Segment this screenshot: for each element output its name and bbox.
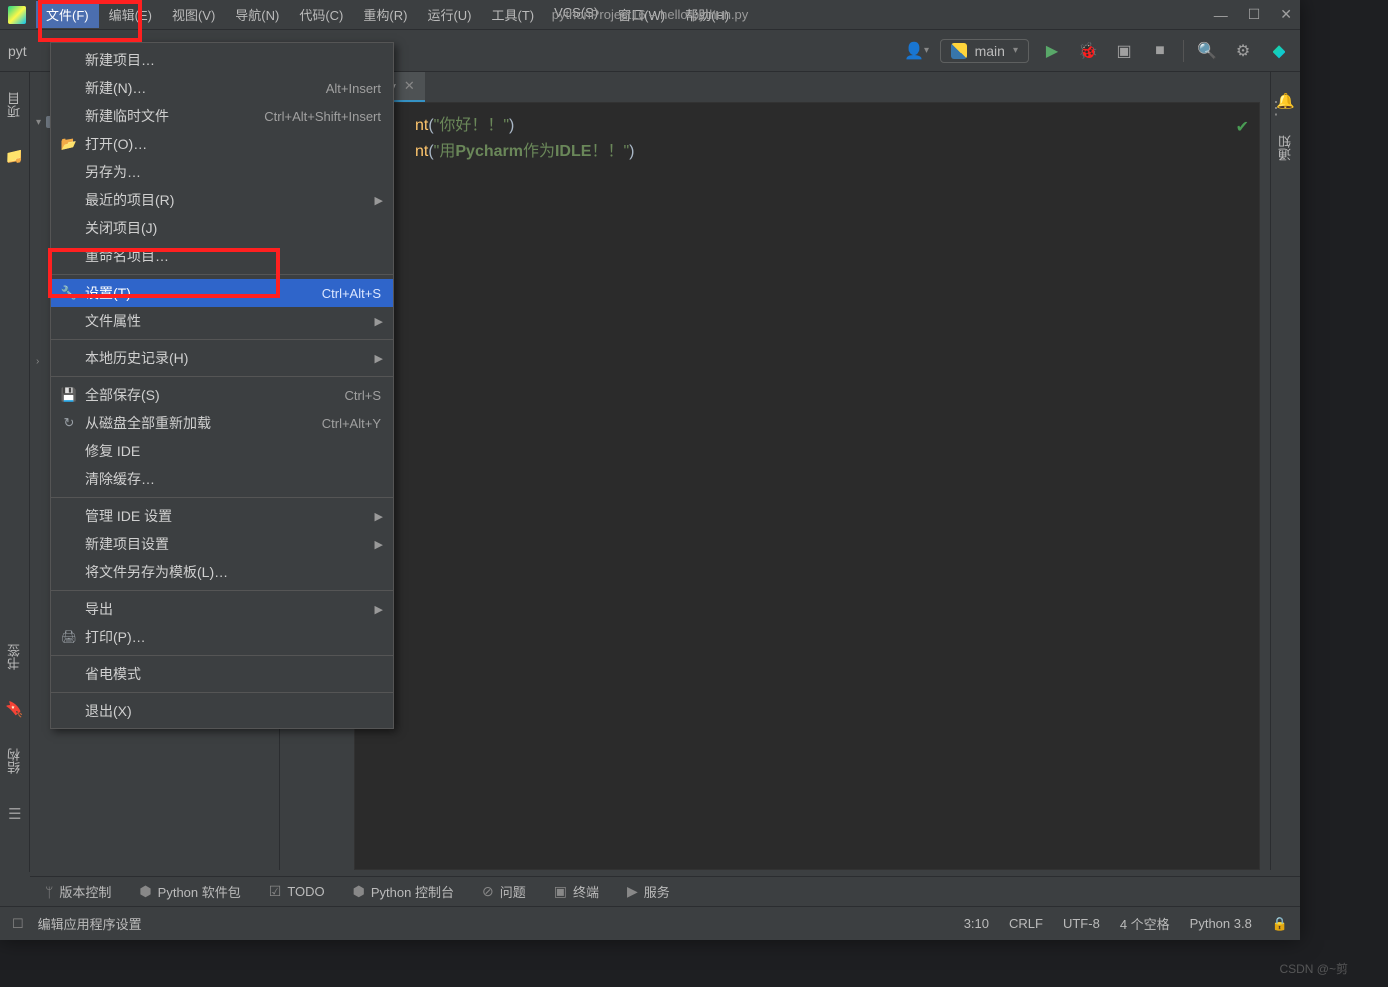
structure-icon[interactable]: ☰	[8, 804, 21, 822]
chevron-right-icon: ▶	[375, 194, 383, 207]
run-config-selector[interactable]: main ▾	[940, 39, 1029, 63]
menu-run[interactable]: 运行(U)	[417, 1, 481, 28]
menu-save-as[interactable]: 另存为…	[51, 158, 393, 186]
status-indent[interactable]: 4 个空格	[1120, 914, 1170, 933]
menu-invalidate-caches[interactable]: 清除缓存…	[51, 465, 393, 493]
menu-refactor[interactable]: 重构(R)	[353, 1, 417, 28]
menu-settings[interactable]: 🔧设置(T)…Ctrl+Alt+S	[51, 279, 393, 307]
debug-button[interactable]: 🐞	[1075, 38, 1101, 64]
statusbar: ☐ 编辑应用程序设置 3:10 CRLF UTF-8 4 个空格 Python …	[0, 906, 1300, 940]
bt-services[interactable]: ▶服务	[627, 882, 670, 901]
python-icon	[951, 43, 967, 59]
chevron-right-icon: ▶	[375, 538, 383, 551]
stop-button[interactable]: ■	[1147, 38, 1173, 64]
status-message: 编辑应用程序设置	[38, 914, 142, 933]
rail-bookmarks[interactable]: 书签	[5, 644, 24, 670]
window-maximize[interactable]: ☐	[1248, 6, 1261, 23]
run-button[interactable]: ▶	[1039, 38, 1065, 64]
search-icon[interactable]: 🔍	[1194, 38, 1220, 64]
menu-new-scratch[interactable]: 新建临时文件Ctrl+Alt+Shift+Insert	[51, 102, 393, 130]
menu-open[interactable]: 📂打开(O)…	[51, 130, 393, 158]
coverage-button[interactable]: ▣	[1111, 38, 1137, 64]
window-minimize[interactable]: —	[1214, 7, 1228, 23]
bookmark-icon[interactable]: 🔖	[5, 700, 24, 718]
menu-navigate[interactable]: 导航(N)	[225, 1, 289, 28]
menu-repair-ide[interactable]: 修复 IDE	[51, 437, 393, 465]
menu-print[interactable]: 🖨打印(P)…	[51, 623, 393, 651]
bt-todo[interactable]: ☑TODO	[269, 883, 325, 900]
pycharm-logo-icon	[8, 6, 26, 24]
menu-exit[interactable]: 退出(X)	[51, 697, 393, 725]
menu-file-properties[interactable]: 文件属性▶	[51, 307, 393, 335]
menu-new[interactable]: 新建(N)…Alt+Insert	[51, 74, 393, 102]
chevron-right-icon: ▶	[375, 352, 383, 365]
folder-icon[interactable]: 📁	[5, 148, 24, 166]
chevron-right-icon: ▶	[375, 315, 383, 328]
file-menu-dropdown: 新建项目… 新建(N)…Alt+Insert 新建临时文件Ctrl+Alt+Sh…	[50, 42, 394, 729]
menu-rename-project[interactable]: 重命名项目…	[51, 242, 393, 270]
rail-notifications[interactable]: 通知	[1276, 135, 1295, 161]
terminal-icon: ▣	[554, 883, 567, 900]
status-encoding[interactable]: UTF-8	[1063, 916, 1100, 931]
right-tool-rail: 🔔 通知	[1270, 72, 1300, 870]
status-window-icon[interactable]: ☐	[12, 916, 24, 932]
services-icon: ▶	[627, 883, 638, 900]
window-close[interactable]: ✕	[1280, 6, 1292, 23]
reload-icon: ↻	[59, 415, 79, 431]
editor-more-icon[interactable]: ⋮	[1267, 98, 1285, 119]
problems-icon: ⊘	[482, 883, 494, 900]
menu-edit[interactable]: 编辑(E)	[99, 1, 162, 28]
breadcrumb: pyt	[8, 43, 27, 59]
bt-terminal[interactable]: ▣终端	[554, 882, 599, 901]
rail-project[interactable]: 项目	[5, 92, 24, 118]
user-icon[interactable]: 👤▾	[904, 38, 930, 64]
menu-recent-projects[interactable]: 最近的项目(R)▶	[51, 186, 393, 214]
window-title: pythonProject16 – hello-python.py	[552, 7, 749, 22]
menubar: 文件(F) 编辑(E) 视图(V) 导航(N) 代码(C) 重构(R) 运行(U…	[0, 0, 1300, 30]
save-icon: 💾	[59, 387, 79, 403]
bt-console[interactable]: ⬢Python 控制台	[353, 882, 454, 901]
editor[interactable]: ✔ nt("你好！！") nt("用Pycharm作为IDLE！！")	[354, 102, 1260, 870]
menu-tools[interactable]: 工具(T)	[481, 1, 544, 28]
left-tool-rail: 项目 📁 书签 🔖 结构 ☰	[0, 72, 30, 872]
open-folder-icon: 📂	[59, 136, 79, 152]
status-interpreter[interactable]: Python 3.8	[1190, 916, 1252, 931]
menu-local-history[interactable]: 本地历史记录(H)▶	[51, 344, 393, 372]
menu-export[interactable]: 导出▶	[51, 595, 393, 623]
python-icon: ⬢	[353, 883, 365, 900]
status-line-sep[interactable]: CRLF	[1009, 916, 1043, 931]
chevron-right-icon: ▶	[375, 510, 383, 523]
menu-save-as-template[interactable]: 将文件另存为模板(L)…	[51, 558, 393, 586]
menu-new-project[interactable]: 新建项目…	[51, 46, 393, 74]
todo-icon: ☑	[269, 883, 282, 900]
wrench-icon: 🔧	[59, 285, 79, 301]
rail-structure[interactable]: 结构	[5, 748, 24, 774]
bt-vcs[interactable]: ᛘ版本控制	[45, 882, 111, 901]
lock-icon[interactable]: 🔒	[1272, 916, 1288, 932]
bottom-toolbar: ᛘ版本控制 ⬢Python 软件包 ☑TODO ⬢Python 控制台 ⊘问题 …	[30, 876, 1300, 906]
menu-reload-from-disk[interactable]: ↻从磁盘全部重新加载Ctrl+Alt+Y	[51, 409, 393, 437]
menu-view[interactable]: 视图(V)	[162, 1, 225, 28]
python-icon: ⬢	[139, 883, 151, 900]
print-icon: 🖨	[59, 629, 79, 645]
chevron-right-icon: ▶	[375, 603, 383, 616]
bt-packages[interactable]: ⬢Python 软件包	[139, 882, 240, 901]
menu-code[interactable]: 代码(C)	[289, 1, 353, 28]
close-tab-icon[interactable]: ✕	[404, 78, 415, 94]
menu-close-project[interactable]: 关闭项目(J)	[51, 214, 393, 242]
menu-save-all[interactable]: 💾全部保存(S)Ctrl+S	[51, 381, 393, 409]
menu-manage-ide-settings[interactable]: 管理 IDE 设置▶	[51, 502, 393, 530]
menu-file[interactable]: 文件(F)	[36, 1, 99, 28]
branch-icon: ᛘ	[45, 884, 53, 900]
bt-problems[interactable]: ⊘问题	[482, 882, 526, 901]
menu-power-save[interactable]: 省电模式	[51, 660, 393, 688]
inspection-ok-icon[interactable]: ✔	[1236, 117, 1249, 137]
status-caret-pos[interactable]: 3:10	[964, 916, 989, 931]
menu-new-project-settings[interactable]: 新建项目设置▶	[51, 530, 393, 558]
watermark: CSDN @~剪	[1279, 960, 1348, 977]
settings-gear-icon[interactable]: ⚙	[1230, 38, 1256, 64]
codewithme-icon[interactable]: ◆	[1266, 38, 1292, 64]
